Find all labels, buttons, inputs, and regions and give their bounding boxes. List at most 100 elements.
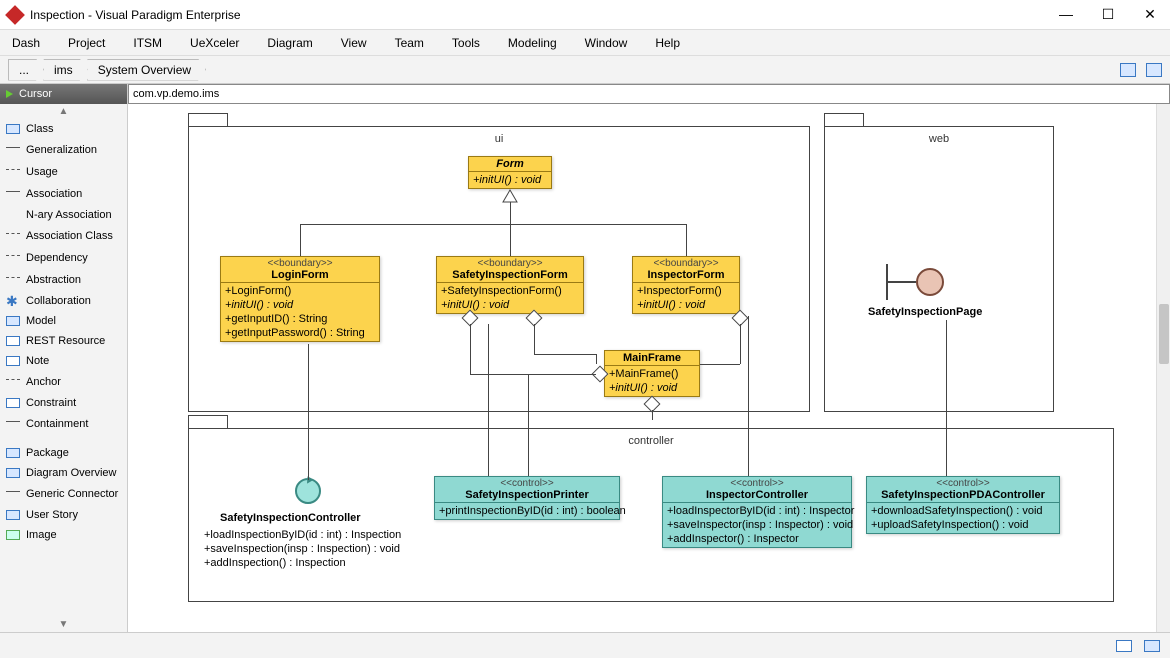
tool-model[interactable]: Model [0,311,127,331]
class-ic-op0: +loadInspectorByID(id : int) : Inspector [667,504,847,518]
class-inspectorcontroller[interactable]: <<control>>InspectorController +loadInsp… [662,476,852,548]
mail-icon[interactable] [1116,640,1132,652]
class-pdacontroller[interactable]: <<control>>SafetyInspectionPDAController… [866,476,1060,534]
tool-generic-connector[interactable]: Generic Connector [0,483,127,505]
cursor-icon [6,90,13,98]
package-controller-label: controller [189,435,1113,447]
tool-label: Generalization [26,144,97,156]
menubar: Dash Project ITSM UeXceler Diagram View … [0,30,1170,56]
tool-constraint[interactable]: Constraint [0,393,127,413]
tool-label: REST Resource [26,335,105,347]
menu-window[interactable]: Window [585,36,628,50]
class-safetyinspectioncontroller[interactable] [248,478,368,506]
collaboration-icon: ✱ [6,296,20,306]
tool-diagram-overview[interactable]: Diagram Overview [0,463,127,483]
minimize-button[interactable]: — [1054,6,1078,23]
constraint-icon [6,398,20,408]
tool-palette: Cursor ▲ Class Generalization Usage Associa… [0,84,128,632]
n-ary-association-icon [6,210,20,220]
tool-class[interactable]: Class [0,119,127,139]
package-web-label: web [825,133,1053,145]
class-loginform-op2: +getInputID() : String [225,312,375,326]
package-web[interactable]: web [824,126,1054,412]
association-icon [6,191,20,201]
class-inspectorform[interactable]: <<boundary>>InspectorForm +InspectorForm… [632,256,740,314]
class-loginform-op1: +initUI() : void [225,298,375,312]
package-path-input[interactable] [128,84,1170,104]
rest-resource-icon [6,336,20,346]
class-sip-stereo: <<control>> [439,478,615,489]
class-if-stereo: <<boundary>> [637,258,735,269]
class-icon [6,124,20,134]
class-sif-op1: +initUI() : void [441,298,579,312]
menu-tools[interactable]: Tools [452,36,480,50]
tool-containment[interactable]: Containment [0,413,127,435]
class-if-op1: +initUI() : void [637,298,735,312]
palette-collapse-up[interactable]: ▲ [0,104,127,119]
tool-note[interactable]: Note [0,351,127,371]
class-mainframe-op1: +initUI() : void [609,381,695,395]
breadcrumb-system-overview[interactable]: System Overview [87,59,206,81]
abstraction-icon [6,277,20,287]
class-sic-op2: +addInspection() : Inspection [204,556,401,570]
toolbar-icon-2[interactable] [1146,63,1162,77]
class-pda-op0: +downloadSafetyInspection() : void [871,504,1055,518]
class-sic-name: SafetyInspectionController [220,512,361,524]
diagram-canvas[interactable]: ui web controller Form +initUI() : void [128,84,1170,632]
tool-package[interactable]: Package [0,443,127,463]
tool-usage[interactable]: Usage [0,161,127,183]
class-form[interactable]: Form +initUI() : void [468,156,552,189]
breadcrumb-bar: ... ims System Overview [0,56,1170,84]
tool-n-ary-association[interactable]: N-ary Association [0,205,127,225]
menu-project[interactable]: Project [68,36,105,50]
menu-uexceler[interactable]: UeXceler [190,36,239,50]
menu-help[interactable]: Help [655,36,680,50]
image-icon [6,530,20,540]
breadcrumb-root[interactable]: ... [8,59,44,81]
tool-label: Constraint [26,397,76,409]
menu-view[interactable]: View [341,36,367,50]
generalization-arrowhead [503,190,517,202]
tool-association[interactable]: Association [0,183,127,205]
menu-diagram[interactable]: Diagram [267,36,312,50]
tool-label: N-ary Association [26,209,112,221]
menu-modeling[interactable]: Modeling [508,36,557,50]
tool-abstraction[interactable]: Abstraction [0,269,127,291]
class-safetyinspectionform[interactable]: <<boundary>>SafetyInspectionForm +Safety… [436,256,584,314]
tool-label: Anchor [26,376,61,388]
tool-cursor[interactable]: Cursor [0,84,127,104]
doc-icon[interactable] [1144,640,1160,652]
tool-label: Usage [26,166,58,178]
class-loginform-op3: +getInputPassword() : String [225,326,375,340]
class-pda-op1: +uploadSafetyInspection() : void [871,518,1055,532]
palette-collapse-down[interactable]: ▼ [0,617,127,632]
vertical-scrollbar[interactable] [1156,104,1170,632]
class-if-op0: +InspectorForm() [637,284,735,298]
maximize-button[interactable]: ☐ [1096,6,1120,23]
tool-generalization[interactable]: Generalization [0,139,127,161]
class-form-op0: +initUI() : void [473,173,547,187]
toolbar-icon-1[interactable] [1120,63,1136,77]
tool-label: User Story [26,509,78,521]
dependency-icon [6,255,20,265]
tool-user-story[interactable]: User Story [0,505,127,525]
class-sip-name: SafetyInspectionPrinter [439,489,615,501]
class-mainframe[interactable]: MainFrame +MainFrame() +initUI() : void [604,350,700,397]
close-button[interactable]: ✕ [1138,6,1162,23]
tool-association-class[interactable]: Association Class [0,225,127,247]
tool-collaboration[interactable]: ✱Collaboration [0,291,127,311]
class-ic-op1: +saveInspector(insp : Inspector) : void [667,518,847,532]
tool-label: Containment [26,418,88,430]
tool-rest-resource[interactable]: REST Resource [0,331,127,351]
class-ic-op2: +addInspector() : Inspector [667,532,847,546]
tool-dependency[interactable]: Dependency [0,247,127,269]
breadcrumb-ims[interactable]: ims [43,59,88,81]
tool-image[interactable]: Image [0,525,127,545]
menu-dash[interactable]: Dash [12,36,40,50]
class-loginform[interactable]: <<boundary>>LoginForm +LoginForm() +init… [220,256,380,342]
class-loginform-name: LoginForm [225,269,375,281]
menu-itsm[interactable]: ITSM [133,36,162,50]
tool-anchor[interactable]: Anchor [0,371,127,393]
class-safetyinspectionprinter[interactable]: <<control>>SafetyInspectionPrinter +prin… [434,476,620,520]
menu-team[interactable]: Team [395,36,424,50]
